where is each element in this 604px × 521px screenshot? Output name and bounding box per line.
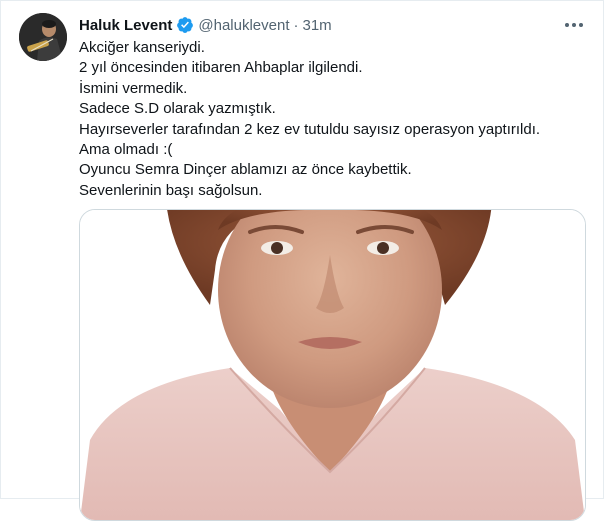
tweet-text-line: İsmini vermedik. [79,79,188,97]
tweet-card[interactable]: Haluk Levent @haluklevent · 31m Akciğer … [0,0,604,521]
portrait-photo-icon [80,210,585,520]
author-display-name[interactable]: Haluk Levent [79,17,172,34]
tweet-text-line: Akciğer kanseriydi. [79,39,205,56]
author-handle[interactable]: @haluklevent [198,17,289,34]
tweet-header: Haluk Levent @haluklevent · 31m [79,14,332,36]
avatar-photo-icon [19,13,67,61]
tweet-text-line: Ama olmadı :( [79,141,173,159]
tweet-text-line: Oyuncu Semra Dinçer ablamızı az önce kay… [79,161,412,179]
author-avatar[interactable] [19,13,67,61]
tweet-text-line: 2 yıl öncesinden itibaren Ahbaplar ilgil… [79,59,363,77]
tweet-text-line: Sadece S.D olarak yazmıştık. [79,100,276,118]
separator-dot: · [293,16,299,34]
tweet-timestamp[interactable]: 31m [303,17,332,34]
tweet-text-line: Sevenlerinin başı sağolsun. [79,181,263,199]
verified-badge-icon [176,16,194,34]
tweet-media-photo[interactable] [79,209,586,521]
tweet-text: Akciğer kanseriydi. 2 yıl öncesinden iti… [79,38,579,201]
tweet-text-line: Hayırseverler tarafından 2 kez ev tutuld… [79,120,541,138]
more-options-icon[interactable] [563,16,585,34]
